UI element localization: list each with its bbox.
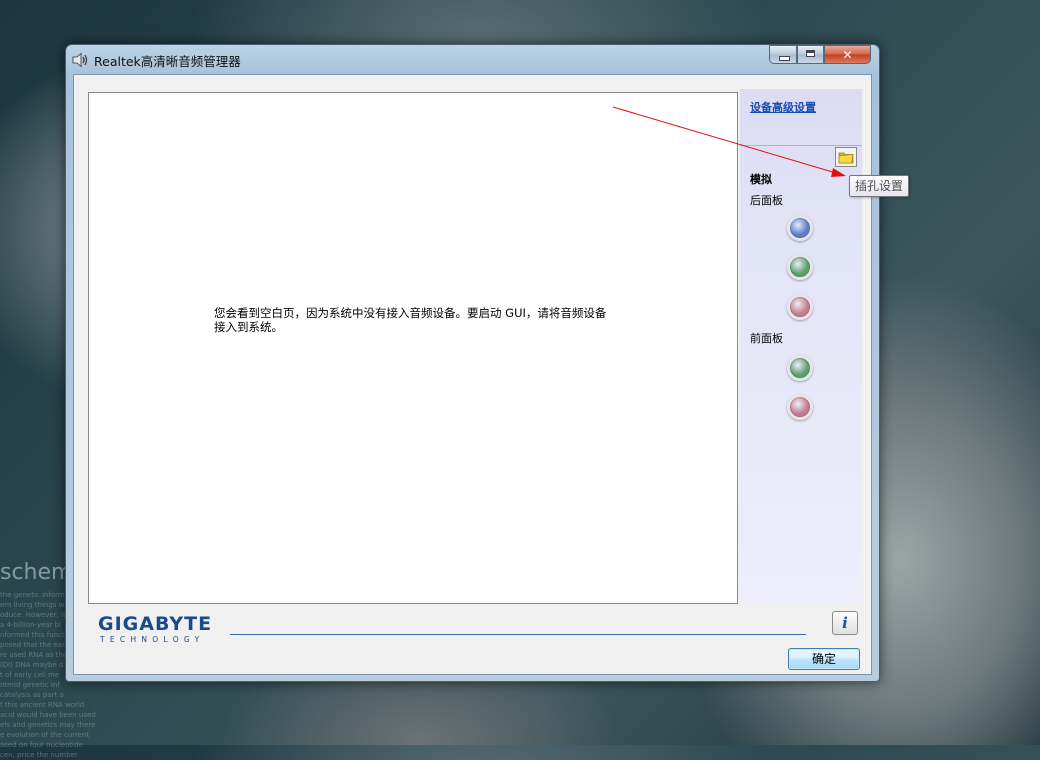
jack-settings-tooltip: 插孔设置 (849, 175, 910, 197)
desktop-small-line: cen, price the number (0, 751, 78, 759)
annotation-arrow (612, 106, 846, 177)
